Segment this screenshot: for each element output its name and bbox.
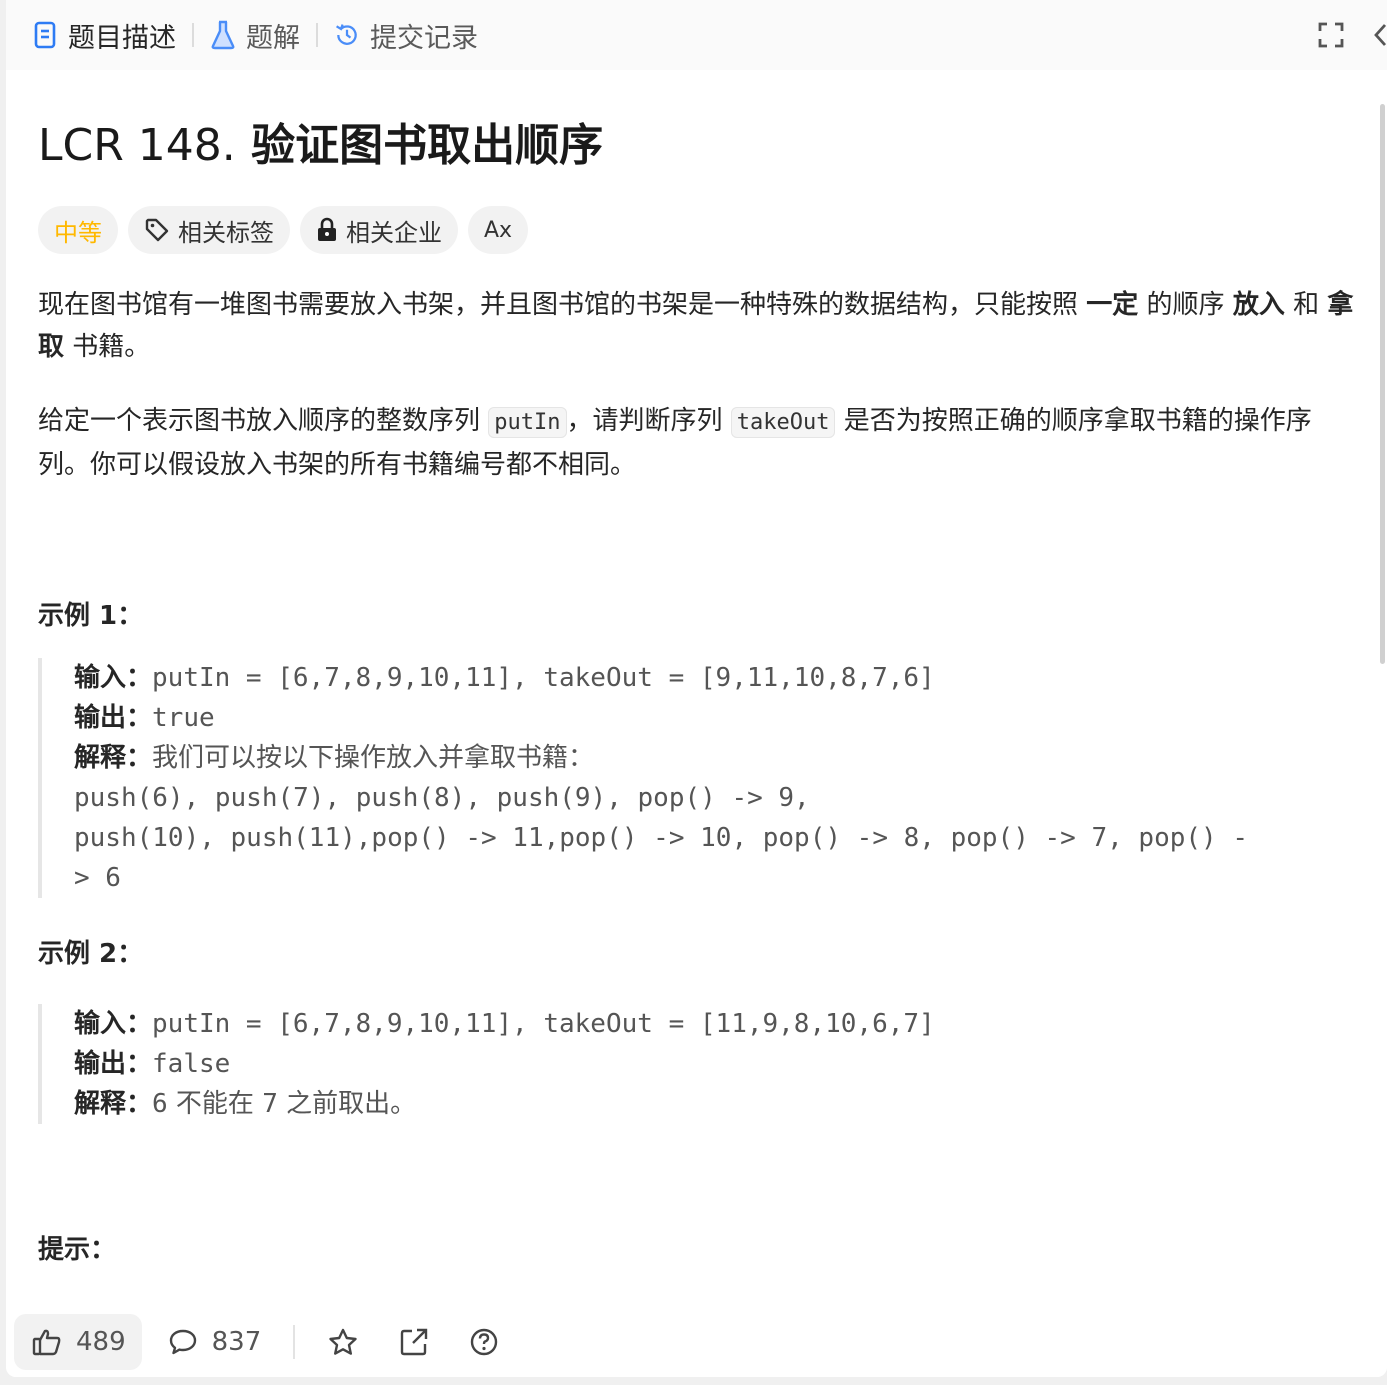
output-label: 输出： (74, 1049, 153, 1079)
explain-label: 解释： (74, 743, 153, 773)
tab-bar: 题目描述 题解 提交记录 (6, 0, 1387, 70)
related-tags-button[interactable]: 相关标签 (128, 206, 290, 254)
thumbs-up-icon (32, 1328, 62, 1356)
example-2-block: 输入：putIn = [6,7,8,9,10,11], takeOut = [1… (38, 1004, 1360, 1124)
hints-title: 提示： (38, 1235, 117, 1265)
input-value: putIn = [6,7,8,9,10,11], takeOut = [9,11… (152, 663, 935, 693)
tab-description-label: 题目描述 (68, 22, 176, 54)
tab-solutions[interactable]: 题解 (210, 16, 300, 55)
help-icon[interactable] (469, 1327, 499, 1357)
problem-number: LCR 148. (38, 120, 236, 171)
inline-code-putin: putIn (488, 407, 567, 438)
tag-row: 中等 相关标签 相关企业 Ax (38, 206, 1360, 254)
action-footer: 489 837 (6, 1306, 1387, 1377)
example-line: 输入：putIn = [6,7,8,9,10,11], takeOut = [1… (74, 1004, 1360, 1044)
lock-icon (316, 217, 338, 243)
star-icon[interactable] (327, 1327, 359, 1357)
example-line: 解释：我们可以按以下操作放入并拿取书籍： (74, 738, 1360, 778)
related-companies-label: 相关企业 (346, 218, 442, 247)
related-companies-button[interactable]: 相关企业 (300, 206, 458, 254)
tab-divider (316, 23, 318, 47)
description-bold: 一定 (1086, 290, 1139, 320)
inline-code-takeout: takeOut (730, 407, 836, 438)
description-bold: 放入 (1232, 290, 1285, 320)
tab-divider (192, 23, 194, 47)
description-text: ，请判断序列 (566, 406, 731, 436)
history-icon (334, 20, 360, 50)
tab-description[interactable]: 题目描述 (32, 16, 176, 55)
translate-button[interactable]: Ax (468, 206, 529, 254)
tag-icon (144, 217, 170, 243)
example-line: push(6), push(7), push(8), push(9), pop(… (74, 783, 810, 813)
difficulty-badge: 中等 (38, 206, 118, 254)
comment-count: 837 (211, 1326, 262, 1357)
explain-label: 解释： (74, 1089, 153, 1119)
like-count: 489 (76, 1326, 126, 1357)
scrollbar[interactable] (1380, 104, 1385, 664)
tab-submissions-label: 提交记录 (370, 22, 478, 54)
explain-value: 不能在 (167, 1089, 263, 1119)
explain-value: 我们可以按以下操作放入并拿取书籍： (152, 743, 595, 773)
example-1-block: 输入：putIn = [6,7,8,9,10,11], takeOut = [9… (38, 658, 1360, 898)
input-label: 输入： (74, 1009, 153, 1039)
example-line: 输入：putIn = [6,7,8,9,10,11], takeOut = [9… (74, 658, 1360, 698)
example-line: push(10), push(11),pop() -> 11,pop() -> … (74, 823, 1248, 853)
example-line: 输出：true (74, 698, 1360, 738)
page-title: LCR 148. 验证图书取出顺序 (38, 106, 1360, 186)
document-icon (32, 20, 58, 50)
related-tags-label: 相关标签 (178, 218, 274, 247)
description-text: 现在图书馆有一堆图书需要放入书架，并且图书馆的书架是一种特殊的数据结构，只能按照 (38, 290, 1087, 320)
example-line: > 6 (74, 863, 121, 893)
problem-panel: 题目描述 题解 提交记录 LCR 148. 验证图书取出顺序 中等 相关标签 相… (6, 0, 1387, 1377)
translate-icon: Ax (484, 217, 513, 243)
problem-name: 验证图书取出顺序 (251, 120, 604, 171)
problem-content: LCR 148. 验证图书取出顺序 中等 相关标签 相关企业 Ax 现在图书馆有… (38, 106, 1360, 1270)
comments-button[interactable]: 837 (168, 1326, 262, 1357)
input-value: putIn = [6,7,8,9,10,11], takeOut = [11,9… (152, 1009, 935, 1039)
like-button[interactable]: 489 (14, 1313, 142, 1370)
example-2-title: 示例 2： (38, 939, 144, 969)
description-text: 给定一个表示图书放入顺序的整数序列 (38, 406, 489, 436)
explain-value: 之前取出。 (277, 1089, 417, 1119)
explain-number: 7 (262, 1089, 278, 1119)
footer-divider (293, 1324, 296, 1359)
example-line: 输出：false (74, 1044, 1360, 1084)
output-value: true (152, 703, 215, 733)
share-icon[interactable] (399, 1327, 429, 1357)
example-1-title: 示例 1： (38, 601, 144, 631)
tab-submissions[interactable]: 提交记录 (334, 16, 478, 55)
difficulty-label: 中等 (54, 218, 102, 247)
description-text: 书籍。 (64, 332, 151, 362)
description-paragraph-1: 现在图书馆有一堆图书需要放入书架，并且图书馆的书架是一种特殊的数据结构，只能按照… (38, 284, 1360, 368)
output-value: false (152, 1049, 231, 1079)
description-text: 的顺序 (1138, 290, 1233, 320)
input-label: 输入： (74, 663, 153, 693)
flask-icon (210, 20, 236, 50)
description-text: 和 (1284, 290, 1328, 320)
fullscreen-icon[interactable] (1317, 21, 1345, 49)
description-paragraph-2: 给定一个表示图书放入顺序的整数序列 putIn ，请判断序列 takeOut 是否… (38, 400, 1360, 486)
tab-solutions-label: 题解 (246, 22, 300, 54)
example-line: 解释：6 不能在 7 之前取出。 (74, 1084, 1360, 1124)
collapse-chevron-icon[interactable] (1373, 21, 1387, 49)
comment-icon (168, 1328, 198, 1356)
explain-number: 6 (152, 1089, 168, 1119)
output-label: 输出： (74, 703, 153, 733)
